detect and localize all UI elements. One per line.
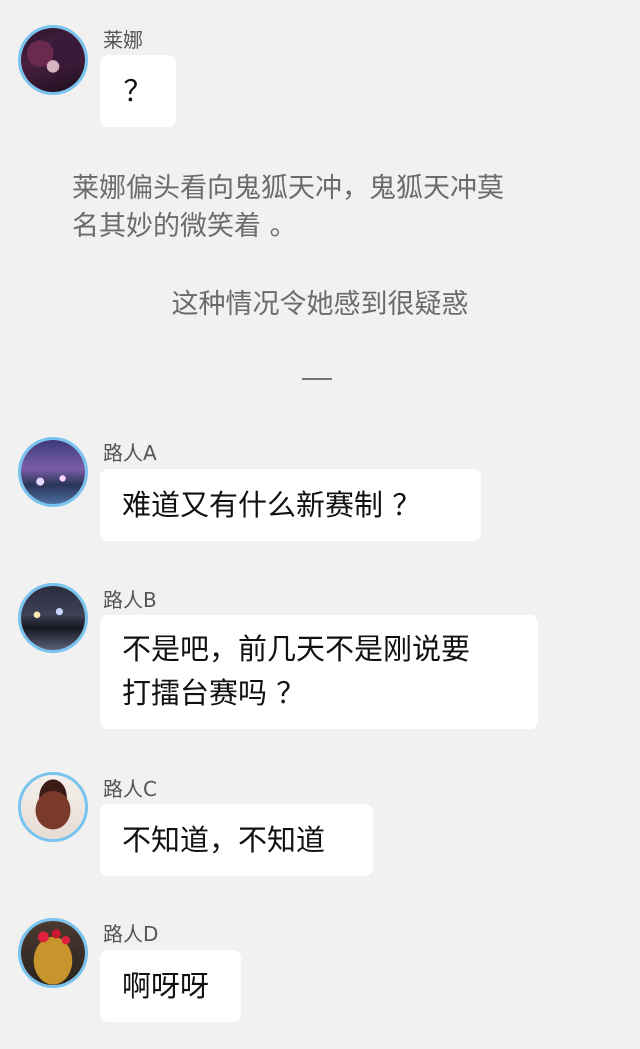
message-text: ？ [123,74,153,108]
sender-name: 莱娜 [103,28,143,52]
narration-text: 这种情况令她感到很疑惑 [0,286,640,323]
message-bubble[interactable]: ？ [100,55,176,127]
message-bubble[interactable]: 不知道，不知道 [100,804,373,876]
message-bubble[interactable]: 难道又有什么新赛制 ？ [100,469,481,541]
avatar[interactable] [18,918,88,988]
avatar-city-night-icon [21,440,85,504]
avatar[interactable] [18,772,88,842]
avatar-river-night-icon [21,586,85,650]
message-bubble[interactable]: 啊呀呀 [100,950,241,1022]
message-bubble[interactable]: 不是吧，前几天不是刚说要 打擂台赛吗 ？ [100,615,538,729]
avatar-lena-icon [21,28,85,92]
message-text: 啊呀呀 [122,969,210,1003]
divider [302,378,332,380]
sender-name: 路人B [103,588,157,612]
avatar-dessert-icon [21,921,85,985]
narration-line: 名其妙的微笑着 。 [72,211,297,242]
avatar[interactable] [18,437,88,507]
narration-text: 莱娜偏头看向鬼狐天冲，鬼狐天冲莫 名其妙的微笑着 。 [72,170,592,245]
sender-name: 路人C [103,777,157,801]
message-text: 难道又有什么新赛制 ？ [122,488,422,522]
avatar[interactable] [18,25,88,95]
sender-name: 路人A [103,441,157,465]
message-text: 不是吧，前几天不是刚说要 [122,632,471,666]
narration-line: 这种情况令她感到很疑惑 [171,289,469,320]
narration-line: 莱娜偏头看向鬼狐天冲，鬼狐天冲莫 [72,173,504,204]
avatar-cake-icon [21,775,85,839]
message-text: 打擂台赛吗 ？ [122,676,306,710]
message-text: 不知道，不知道 [122,823,326,857]
avatar[interactable] [18,583,88,653]
sender-name: 路人D [103,922,159,946]
